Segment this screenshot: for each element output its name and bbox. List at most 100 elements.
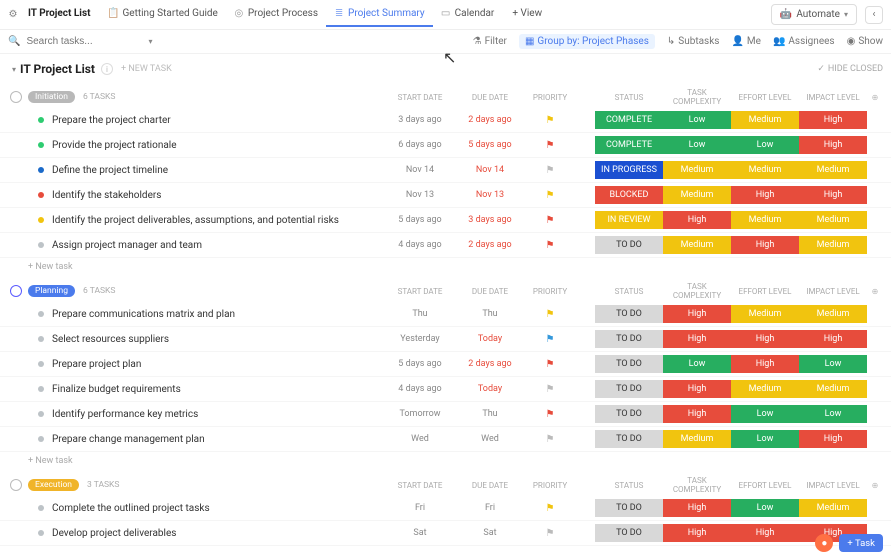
add-column-button[interactable]: ⊕ xyxy=(867,287,883,296)
start-date[interactable]: Nov 14 xyxy=(385,165,455,175)
col-due[interactable]: DUE DATE xyxy=(455,481,525,490)
start-date[interactable]: Wed xyxy=(385,434,455,444)
priority-flag[interactable]: ⚑ xyxy=(525,309,575,320)
complexity-badge[interactable]: High xyxy=(663,524,731,542)
start-date[interactable]: Sat xyxy=(385,528,455,538)
priority-flag[interactable]: ⚑ xyxy=(525,240,575,251)
complexity-badge[interactable]: Low xyxy=(663,111,731,129)
add-column-button[interactable]: ⊕ xyxy=(867,481,883,490)
search-input[interactable] xyxy=(24,35,144,48)
task-row[interactable]: Prepare the project charter 3 days ago 2… xyxy=(0,108,891,133)
col-status[interactable]: STATUS xyxy=(595,481,663,490)
col-priority[interactable]: PRIORITY xyxy=(525,287,575,296)
status-badge[interactable]: BLOCKED xyxy=(595,186,663,204)
effort-badge[interactable]: Medium xyxy=(731,211,799,229)
share-button[interactable]: ‹ xyxy=(865,6,883,24)
new-task-row[interactable]: + New task xyxy=(0,258,891,276)
status-badge[interactable]: TO DO xyxy=(595,524,663,542)
impact-badge[interactable]: High xyxy=(799,136,867,154)
due-date[interactable]: Today xyxy=(455,384,525,394)
task-row[interactable]: Identify performance key metrics Tomorro… xyxy=(0,402,891,427)
complexity-badge[interactable]: Medium xyxy=(663,236,731,254)
show-button[interactable]: ◉Show xyxy=(847,36,883,47)
impact-badge[interactable]: Medium xyxy=(799,236,867,254)
tab-project-summary[interactable]: ≣Project Summary xyxy=(326,2,433,27)
priority-flag[interactable]: ⚑ xyxy=(525,528,575,539)
record-button[interactable]: ● xyxy=(815,534,833,552)
start-date[interactable]: Nov 13 xyxy=(385,190,455,200)
status-badge[interactable]: IN PROGRESS xyxy=(595,161,663,179)
col-due[interactable]: DUE DATE xyxy=(455,93,525,102)
complexity-badge[interactable]: High xyxy=(663,305,731,323)
effort-badge[interactable]: Low xyxy=(731,405,799,423)
impact-badge[interactable]: Low xyxy=(799,405,867,423)
col-complexity[interactable]: TASK COMPLEXITY xyxy=(663,476,731,494)
status-badge[interactable]: TO DO xyxy=(595,330,663,348)
priority-flag[interactable]: ⚑ xyxy=(525,190,575,201)
priority-flag[interactable]: ⚑ xyxy=(525,384,575,395)
task-row[interactable]: Prepare project plan 5 days ago 2 days a… xyxy=(0,352,891,377)
priority-flag[interactable]: ⚑ xyxy=(525,503,575,514)
hide-closed-toggle[interactable]: ✓ HIDE CLOSED xyxy=(817,64,883,74)
task-row[interactable]: Finalize budget requirements 4 days ago … xyxy=(0,377,891,402)
status-badge[interactable]: TO DO xyxy=(595,355,663,373)
priority-flag[interactable]: ⚑ xyxy=(525,359,575,370)
status-badge[interactable]: COMPLETE xyxy=(595,111,663,129)
due-date[interactable]: 5 days ago xyxy=(455,140,525,150)
col-effort[interactable]: EFFORT LEVEL xyxy=(731,93,799,102)
complexity-badge[interactable]: High xyxy=(663,330,731,348)
me-button[interactable]: 👤Me xyxy=(731,36,761,47)
start-date[interactable]: 4 days ago xyxy=(385,384,455,394)
priority-flag[interactable]: ⚑ xyxy=(525,409,575,420)
due-date[interactable]: 2 days ago xyxy=(455,115,525,125)
section-pill[interactable]: Planning xyxy=(28,285,75,297)
complexity-badge[interactable]: Medium xyxy=(663,430,731,448)
complexity-badge[interactable]: High xyxy=(663,405,731,423)
automate-button[interactable]: 🤖 Automate ▾ xyxy=(771,4,857,25)
start-date[interactable]: 4 days ago xyxy=(385,240,455,250)
due-date[interactable]: 2 days ago xyxy=(455,359,525,369)
col-due[interactable]: DUE DATE xyxy=(455,287,525,296)
col-start[interactable]: START DATE xyxy=(385,481,455,490)
section-header[interactable]: Initiation 6 TASKS START DATE DUE DATE P… xyxy=(0,86,891,108)
due-date[interactable]: Nov 14 xyxy=(455,165,525,175)
status-badge[interactable]: IN REVIEW xyxy=(595,211,663,229)
effort-badge[interactable]: High xyxy=(731,330,799,348)
effort-badge[interactable]: Medium xyxy=(731,111,799,129)
due-date[interactable]: 2 days ago xyxy=(455,240,525,250)
complexity-badge[interactable]: High xyxy=(663,499,731,517)
search-box[interactable]: 🔍 ▾ xyxy=(8,35,152,48)
task-row[interactable]: Complete the outlined project tasks Fri … xyxy=(0,496,891,521)
start-date[interactable]: Fri xyxy=(385,503,455,513)
effort-badge[interactable]: High xyxy=(731,355,799,373)
effort-badge[interactable]: High xyxy=(731,186,799,204)
col-impact[interactable]: IMPACT LEVEL xyxy=(799,481,867,490)
section-pill[interactable]: Execution xyxy=(28,479,79,491)
start-date[interactable]: Yesterday xyxy=(385,334,455,344)
groupby-button[interactable]: ▦Group by: Project Phases xyxy=(519,34,655,49)
task-row[interactable]: Identify the project deliverables, assum… xyxy=(0,208,891,233)
col-priority[interactable]: PRIORITY xyxy=(525,481,575,490)
complexity-badge[interactable]: Medium xyxy=(663,161,731,179)
complexity-badge[interactable]: Low xyxy=(663,355,731,373)
task-row[interactable]: Select resources suppliers Yesterday Tod… xyxy=(0,327,891,352)
section-select-icon[interactable] xyxy=(10,479,22,491)
section-header[interactable]: Planning 6 TASKS START DATE DUE DATE PRI… xyxy=(0,280,891,302)
section-header[interactable]: Execution 3 TASKS START DATE DUE DATE PR… xyxy=(0,474,891,496)
impact-badge[interactable]: Medium xyxy=(799,499,867,517)
complexity-badge[interactable]: Low xyxy=(663,136,731,154)
priority-flag[interactable]: ⚑ xyxy=(525,434,575,445)
tab-calendar[interactable]: ▭Calendar xyxy=(433,2,503,27)
col-complexity[interactable]: TASK COMPLEXITY xyxy=(663,282,731,300)
status-badge[interactable]: COMPLETE xyxy=(595,136,663,154)
task-row[interactable]: Define the project timeline Nov 14 Nov 1… xyxy=(0,158,891,183)
col-effort[interactable]: EFFORT LEVEL xyxy=(731,481,799,490)
assignees-button[interactable]: 👥Assignees xyxy=(773,36,835,47)
start-date[interactable]: Tomorrow xyxy=(385,409,455,419)
new-task-fab[interactable]: + Task xyxy=(839,534,883,552)
start-date[interactable]: Thu xyxy=(385,309,455,319)
complexity-badge[interactable]: High xyxy=(663,380,731,398)
effort-badge[interactable]: Medium xyxy=(731,380,799,398)
impact-badge[interactable]: Medium xyxy=(799,161,867,179)
impact-badge[interactable]: Low xyxy=(799,355,867,373)
